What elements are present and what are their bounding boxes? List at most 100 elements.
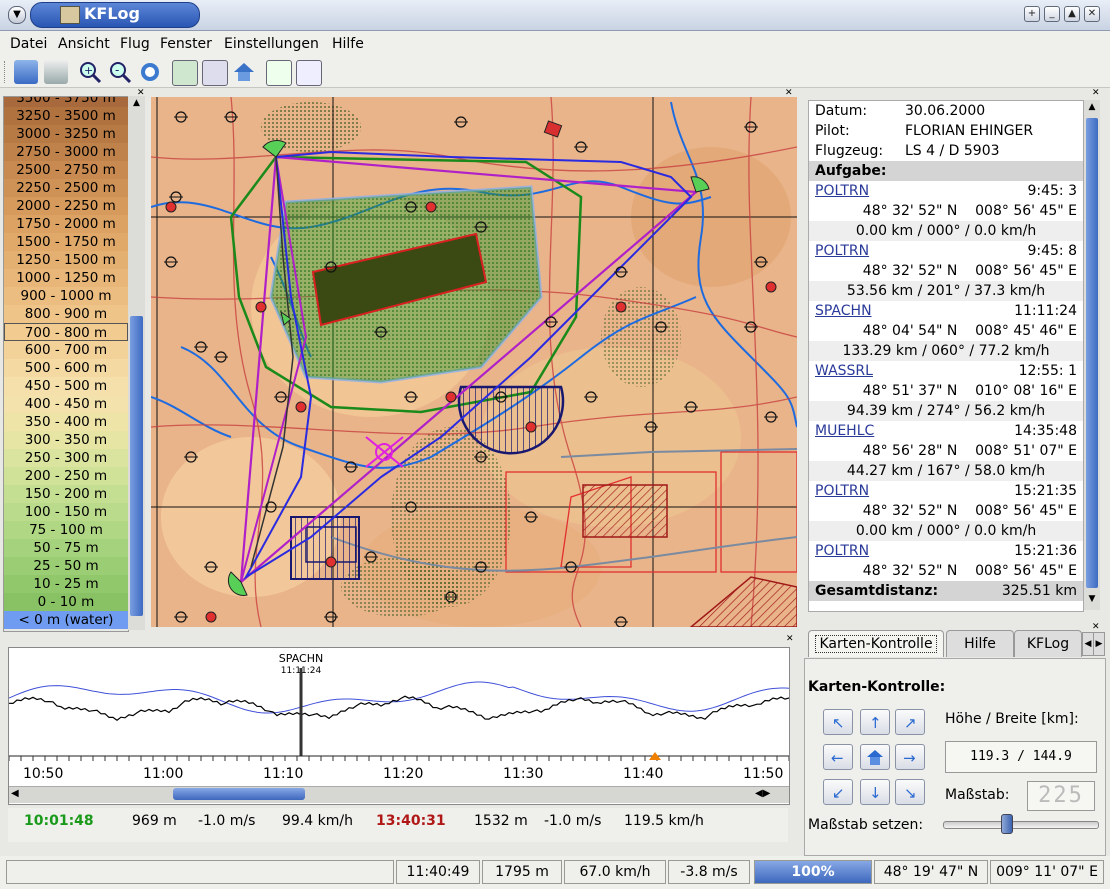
- airfield-symbol: [425, 201, 437, 213]
- map-control-panel: Karten-Kontrolle: ↖ ↑ ↗ ← → ↙ ↓ ↘ Höhe /…: [804, 658, 1106, 856]
- pan-north-button[interactable]: ↑: [860, 709, 890, 735]
- info-scroll-thumb[interactable]: [1086, 118, 1098, 588]
- pan-east-button[interactable]: →: [895, 744, 925, 770]
- info-task-header: Aufgabe:: [809, 161, 1083, 181]
- legend-row: 250 - 300 m: [4, 449, 128, 467]
- pan-southeast-button[interactable]: ↘: [895, 779, 925, 805]
- tab-hilfe[interactable]: Hilfe: [946, 630, 1014, 657]
- waypoint-leg: 53.56 km / 201° / 37.3 km/h: [809, 281, 1083, 301]
- scroll-up-arrow-icon[interactable]: ▲: [1086, 102, 1098, 112]
- refresh-icon[interactable]: [138, 60, 162, 84]
- legend-row: 500 - 600 m: [4, 359, 128, 377]
- map-dock-close-icon[interactable]: ✕: [785, 88, 793, 98]
- legend-row: 1250 - 1500 m: [4, 251, 128, 269]
- dock-close-icon[interactable]: ✕: [137, 88, 145, 98]
- zoom-in-icon[interactable]: +: [78, 60, 102, 84]
- waypoint-link[interactable]: MUEHLC: [815, 423, 874, 439]
- sticky-button[interactable]: +: [1024, 6, 1040, 22]
- tabs-dock-close-icon[interactable]: ✕: [1092, 622, 1100, 632]
- scroll-down-arrow-icon[interactable]: ▼: [1086, 594, 1098, 604]
- pan-west-button[interactable]: ←: [823, 744, 853, 770]
- home-icon[interactable]: [232, 60, 256, 84]
- print-icon[interactable]: [44, 60, 68, 84]
- menu-hilfe[interactable]: Hilfe: [332, 36, 364, 52]
- toolbar: + -: [0, 57, 1110, 88]
- minimize-button[interactable]: _: [1044, 6, 1060, 22]
- barogram-scrollbar[interactable]: ◀ ◀▶: [9, 786, 789, 803]
- status-speed: 67.0 km/h: [564, 860, 666, 884]
- baro-scroll-left-icon[interactable]: ◀: [11, 788, 19, 799]
- legend-row: 700 - 800 m: [4, 323, 128, 341]
- legend-row: 25 - 50 m: [4, 557, 128, 575]
- map-view[interactable]: [151, 97, 797, 627]
- baro-scroll-thumb[interactable]: [173, 788, 305, 800]
- open-folder-icon[interactable]: [14, 60, 38, 84]
- info-dock-close-icon[interactable]: ✕: [1092, 88, 1100, 98]
- map-layers-icon[interactable]: [172, 60, 198, 86]
- close-button[interactable]: ✕: [1084, 6, 1100, 22]
- pan-southwest-button[interactable]: ↙: [823, 779, 853, 805]
- status-progress: 100%: [754, 860, 872, 884]
- svg-text:↗: ↗: [904, 714, 917, 732]
- menu-flug[interactable]: Flug: [120, 36, 150, 52]
- waypoint-header: POLTRN 9:45: 8: [809, 241, 1083, 261]
- waypoint-link[interactable]: POLTRN: [815, 183, 869, 199]
- scale-slider-track[interactable]: [943, 821, 1099, 829]
- waypoint-link[interactable]: SPACHN: [815, 303, 872, 319]
- menu-ansicht[interactable]: Ansicht: [58, 36, 110, 52]
- pan-south-button[interactable]: ↓: [860, 779, 890, 805]
- window-menu-button[interactable]: ▼: [8, 6, 26, 24]
- baro-dock-close-icon[interactable]: ✕: [786, 634, 794, 644]
- tab-kflog[interactable]: KFLog: [1014, 630, 1082, 657]
- baro-scroll-right-icon[interactable]: ◀▶: [755, 788, 770, 799]
- waypoint-leg: 133.29 km / 060° / 77.2 km/h: [809, 341, 1083, 361]
- info-date: Datum: 30.06.2000: [815, 103, 986, 119]
- waypoint-link[interactable]: POLTRN: [815, 243, 869, 259]
- pan-home-button[interactable]: [860, 744, 890, 770]
- restricted-area: [582, 484, 668, 538]
- waypoint-link[interactable]: POLTRN: [815, 543, 869, 559]
- airfield-symbol: [205, 611, 217, 623]
- waypoint-coords: 48° 56' 28" N 008° 51' 07" E: [862, 443, 1077, 459]
- window-title: KFLog: [84, 4, 140, 23]
- scroll-up-arrow-icon[interactable]: ▲: [130, 98, 143, 110]
- tab-scroll-right-icon[interactable]: ▶: [1093, 632, 1105, 656]
- legend-scrollbar[interactable]: ▲: [128, 96, 145, 630]
- map-canvas[interactable]: [151, 97, 797, 627]
- flight-icon[interactable]: [202, 60, 228, 86]
- waypoints-icon[interactable]: [296, 60, 322, 86]
- legend-row: 300 - 350 m: [4, 431, 128, 449]
- info-total: Gesamtdistanz: 325.51 km: [809, 581, 1083, 601]
- pan-northeast-button[interactable]: ↗: [895, 709, 925, 735]
- toolbar-grip[interactable]: [4, 61, 8, 83]
- size-value: 119.3 / 144.9: [945, 741, 1097, 773]
- cursor1-altitude: 969 m: [132, 813, 177, 829]
- airfield-symbol: [325, 556, 337, 568]
- pan-northwest-button[interactable]: ↖: [823, 709, 853, 735]
- menu-einstellungen[interactable]: Einstellungen: [224, 36, 319, 52]
- tab-karten-kontrolle[interactable]: Karten-Kontrolle: [808, 630, 944, 657]
- elevation-legend: 3500 - 3750 m 3250 - 3500 m 3000 - 3250 m2…: [3, 96, 129, 632]
- legend-row: 1000 - 1250 m: [4, 269, 128, 287]
- svg-text:↖: ↖: [832, 714, 845, 732]
- menu-fenster[interactable]: Fenster: [160, 36, 212, 52]
- scale-slider-handle[interactable]: [1000, 814, 1013, 834]
- legend-row: 450 - 500 m: [4, 377, 128, 395]
- zoom-out-icon[interactable]: -: [108, 60, 132, 84]
- legend-scroll-thumb[interactable]: [130, 316, 143, 616]
- svg-text:+: +: [84, 64, 93, 77]
- waypoint-coords: 48° 32' 52" N 008° 56' 45" E: [862, 263, 1077, 279]
- info-scrollbar[interactable]: ▲ ▼: [1084, 100, 1100, 610]
- waypoint-header: POLTRN 9:45: 3: [809, 181, 1083, 201]
- maximize-button[interactable]: ▲: [1064, 6, 1080, 22]
- waypoint-leg: 44.27 km / 167° / 58.0 km/h: [809, 461, 1083, 481]
- svg-text:↘: ↘: [904, 784, 917, 802]
- menu-datei[interactable]: Datei: [10, 36, 47, 52]
- waypoint-link[interactable]: WASSRL: [815, 363, 873, 379]
- waypoint-coords: 48° 32' 52" N 008° 56' 45" E: [862, 503, 1077, 519]
- optimize-icon[interactable]: [266, 60, 292, 86]
- legend-row: < 0 m (water): [4, 611, 128, 629]
- waypoint-link[interactable]: POLTRN: [815, 483, 869, 499]
- status-latitude: 48° 19' 47" N: [874, 860, 988, 884]
- waypoint-header: MUEHLC 14:35:48: [809, 421, 1083, 441]
